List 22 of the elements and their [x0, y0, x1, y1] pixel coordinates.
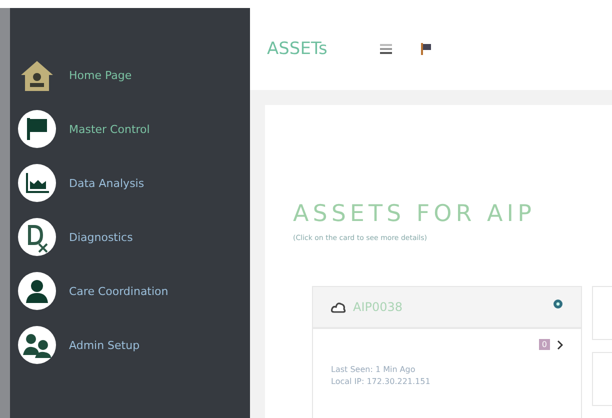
- card-title: AIP0038: [353, 300, 404, 314]
- nav-item[interactable]: Diagnostics: [10, 217, 250, 257]
- group-icon: [17, 325, 57, 365]
- dx-icon: [17, 217, 57, 257]
- chevron-icon[interactable]: [557, 340, 563, 350]
- flag-icon[interactable]: [420, 43, 432, 55]
- chart-icon: [17, 163, 57, 203]
- flag-icon: [17, 109, 57, 149]
- card-detail: Last Seen: 1 Min Ago: [331, 364, 416, 376]
- card-detail: Local IP: 172.30.221.151: [331, 376, 432, 388]
- nav-item[interactable]: Master Control: [10, 109, 250, 149]
- nav-item[interactable]: Home Page: [10, 55, 250, 95]
- nav-item[interactable]: Care Coordination: [10, 271, 250, 311]
- menu-icon[interactable]: [380, 44, 392, 54]
- person-icon: [17, 271, 57, 311]
- nav-item[interactable]: Data Analysis: [10, 163, 250, 203]
- app-title: ASSETs: [267, 39, 328, 59]
- settings-icon[interactable]: [553, 299, 563, 309]
- page-title: ASSETS FOR AIP: [293, 200, 536, 228]
- cloud-icon: [331, 300, 347, 314]
- count-badge: 0: [538, 339, 550, 350]
- nav-item[interactable]: Admin Setup: [10, 325, 250, 365]
